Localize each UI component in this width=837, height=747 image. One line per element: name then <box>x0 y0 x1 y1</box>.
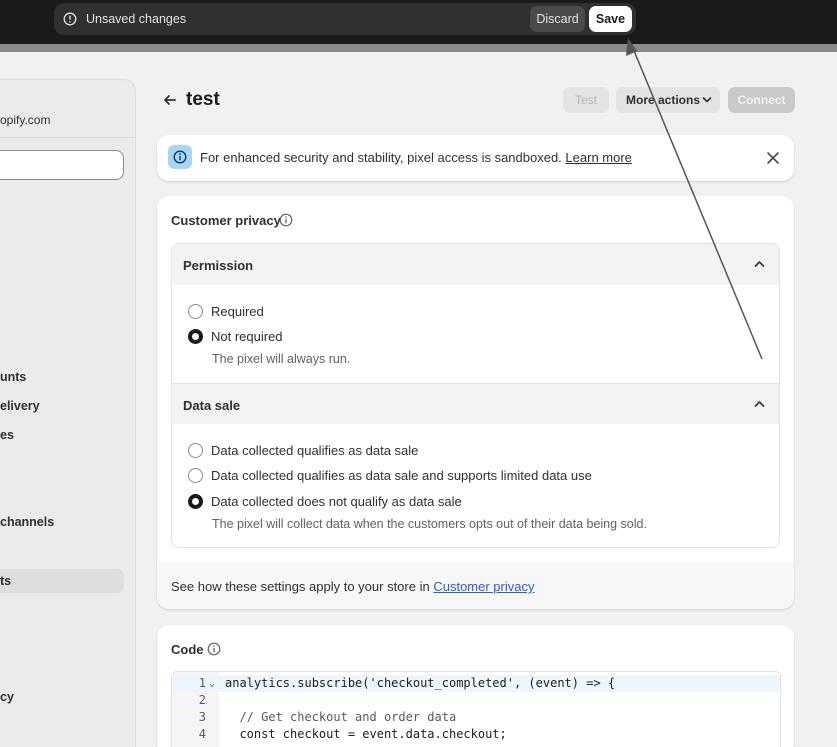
discard-button[interactable]: Discard <box>530 6 585 32</box>
radio-button[interactable] <box>188 468 203 483</box>
more-actions-label: More actions <box>626 93 701 107</box>
radio-button-selected[interactable] <box>188 494 203 509</box>
permission-option-not-required[interactable]: Not required <box>188 329 283 344</box>
option-label: Data collected qualifies as data sale an… <box>211 468 592 483</box>
line-number: 4 <box>198 727 206 741</box>
info-circle-icon[interactable] <box>207 642 221 656</box>
sidebar-item-taxes[interactable]: es <box>0 428 14 442</box>
radio-button[interactable] <box>188 304 203 319</box>
sidebar-item-apps-sales-channels[interactable]: channels <box>0 515 54 529</box>
data-sale-option-limited-use[interactable]: Data collected qualifies as data sale an… <box>188 468 592 483</box>
back-arrow-icon[interactable] <box>160 90 180 110</box>
customer-privacy-title: Customer privacy <box>171 213 281 228</box>
sandbox-info-banner: For enhanced security and stability, pix… <box>157 135 794 181</box>
sidebar-item-accounts[interactable]: unts <box>0 370 26 384</box>
sidebar-item-customer-events[interactable]: ts <box>0 569 124 593</box>
code-line: 4 const checkout = event.data.checkout; <box>172 726 780 743</box>
sidebar-item-shipping-delivery[interactable]: elivery <box>0 399 40 413</box>
sidebar-search-input[interactable] <box>0 150 124 180</box>
option-label: Data collected qualifies as data sale <box>211 443 419 458</box>
sidebar-store-header: opify.com <box>0 80 135 138</box>
code-line: 3 // Get checkout and order data <box>172 709 780 726</box>
customer-privacy-card: Customer privacy Permission Required Not… <box>157 196 794 609</box>
data-sale-helper-text: The pixel will collect data when the cus… <box>212 517 647 531</box>
top-bar-divider <box>0 44 837 52</box>
permission-section-header[interactable]: Permission <box>172 244 779 285</box>
option-label: Not required <box>211 329 283 344</box>
line-number: 3 <box>198 710 206 724</box>
customer-privacy-footer: See how these settings apply to your sto… <box>157 562 794 609</box>
chevron-up-icon <box>754 261 765 267</box>
learn-more-link[interactable]: Learn more <box>565 150 631 165</box>
fold-chevron-icon[interactable]: ⌄ <box>209 675 215 692</box>
footer-text: See how these settings apply to your sto… <box>171 579 430 594</box>
option-label: Data collected does not qualify as data … <box>211 494 462 509</box>
test-button[interactable]: Test <box>563 87 609 113</box>
settings-sidebar: opify.com unts elivery es channels ts cy <box>0 79 136 747</box>
permission-helper-text: The pixel will always run. <box>212 352 351 366</box>
code-title: Code <box>171 642 204 657</box>
permission-heading: Permission <box>183 258 254 273</box>
privacy-sections: Permission Required Not required The pix… <box>171 243 780 548</box>
radio-button-selected[interactable] <box>188 329 203 344</box>
banner-icon-bg <box>168 145 192 169</box>
more-actions-button[interactable]: More actions <box>616 87 720 113</box>
code-card: Code 1 ⌄ analytics.subscribe('checkout_c… <box>157 625 794 747</box>
data-sale-heading: Data sale <box>183 398 241 413</box>
info-circle-icon[interactable] <box>279 213 293 227</box>
unsaved-changes-bar: Unsaved changes Discard Save <box>54 3 636 35</box>
code-text: analytics.subscribe('checkout_completed'… <box>225 676 616 690</box>
sidebar-item-label: ts <box>0 574 12 588</box>
banner-text: For enhanced security and stability, pix… <box>200 150 562 165</box>
data-sale-option-qualifies[interactable]: Data collected qualifies as data sale <box>188 443 418 458</box>
line-number: 1 <box>198 676 206 690</box>
code-editor[interactable]: 1 ⌄ analytics.subscribe('checkout_comple… <box>171 671 781 747</box>
option-label: Required <box>211 304 264 319</box>
chevron-down-icon <box>702 97 712 103</box>
radio-button[interactable] <box>188 443 203 458</box>
connect-button[interactable]: Connect <box>728 87 795 113</box>
info-circle-icon <box>63 12 77 26</box>
code-line: 2 <box>172 692 780 709</box>
footer-message: See how these settings apply to your sto… <box>171 579 534 594</box>
sidebar-item-policies[interactable]: cy <box>0 690 14 704</box>
data-sale-section-header[interactable]: Data sale <box>172 383 779 424</box>
close-icon[interactable] <box>766 151 780 165</box>
chevron-up-icon <box>754 401 765 407</box>
code-text: // Get checkout and order data <box>225 710 457 724</box>
line-number: 2 <box>198 693 206 707</box>
code-line: 1 ⌄ analytics.subscribe('checkout_comple… <box>172 675 780 692</box>
info-circle-icon <box>173 150 187 164</box>
customer-privacy-link[interactable]: Customer privacy <box>433 579 534 594</box>
data-sale-option-not-qualify[interactable]: Data collected does not qualify as data … <box>188 494 462 509</box>
permission-option-required[interactable]: Required <box>188 304 264 319</box>
save-button[interactable]: Save <box>589 6 632 32</box>
page-title: test <box>186 89 220 110</box>
banner-message: For enhanced security and stability, pix… <box>200 150 632 165</box>
store-domain: opify.com <box>0 113 51 127</box>
code-text: const checkout = event.data.checkout; <box>225 727 507 741</box>
unsaved-changes-message: Unsaved changes <box>86 12 187 26</box>
